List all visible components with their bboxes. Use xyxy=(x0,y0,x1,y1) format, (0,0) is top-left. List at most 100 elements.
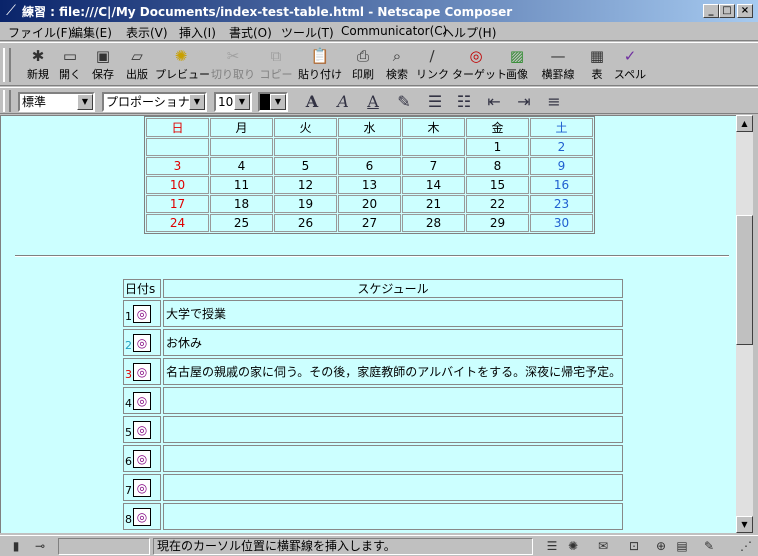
calendar-day-cell[interactable]: 27 xyxy=(338,214,401,232)
schedule-text-cell[interactable]: 名古屋の親戚の家に伺う。その後，家庭教師のアルバイトをする。深夜に帰宅予定。 xyxy=(163,358,623,385)
toolbar-grip[interactable] xyxy=(3,48,11,82)
calendar-day-cell[interactable]: 22 xyxy=(466,195,529,213)
calendar-day-cell[interactable] xyxy=(274,138,337,156)
cut-button[interactable]: ✂ 切り取り xyxy=(210,46,256,84)
italic-icon[interactable]: A xyxy=(332,92,354,112)
resize-grip-icon[interactable]: ⋰ xyxy=(736,539,756,554)
title-bar[interactable]: ⟋ 練習 : file:///C|/My Documents/index-tes… xyxy=(0,0,758,22)
calendar-day-cell[interactable]: 18 xyxy=(210,195,273,213)
calendar-day-cell[interactable]: 7 xyxy=(402,157,465,175)
maximize-button[interactable]: □ xyxy=(719,4,735,18)
schedule-text-cell[interactable]: 大学で授業 xyxy=(163,300,623,327)
calendar-header-cell[interactable]: 火 xyxy=(274,118,337,137)
calendar-day-cell[interactable]: 4 xyxy=(210,157,273,175)
calendar-day-cell[interactable]: 10 xyxy=(146,176,209,194)
calendar-day-cell[interactable] xyxy=(338,138,401,156)
calendar-day-cell[interactable] xyxy=(210,138,273,156)
horizontal-rule[interactable] xyxy=(15,255,729,257)
find-button[interactable]: ⌕ 検索 xyxy=(383,46,411,84)
calendar-day-cell[interactable]: 14 xyxy=(402,176,465,194)
calendar-day-cell[interactable]: 12 xyxy=(274,176,337,194)
calendar-day-cell[interactable]: 19 xyxy=(274,195,337,213)
address-book-icon[interactable]: ▤ xyxy=(672,539,692,554)
paste-button[interactable]: 📋 貼り付け xyxy=(298,46,342,84)
save-button[interactable]: ▣ 保存 xyxy=(88,46,118,84)
menu-format[interactable]: 書式(O) xyxy=(229,24,272,41)
calendar-day-cell[interactable]: 17 xyxy=(146,195,209,213)
schedule-header-date[interactable]: 日付s xyxy=(123,279,161,298)
anchor-target-icon[interactable]: ◎ xyxy=(133,333,151,352)
calendar-day-cell[interactable]: 28 xyxy=(402,214,465,232)
calendar-day-cell[interactable] xyxy=(402,138,465,156)
menu-help[interactable]: ヘルプ(H) xyxy=(442,24,496,41)
clear-styles-icon[interactable]: ✎ xyxy=(393,92,415,112)
increase-indent-icon[interactable]: ⇥ xyxy=(513,92,535,112)
chevron-down-icon[interactable]: ▼ xyxy=(189,94,205,110)
alignment-icon[interactable]: ≡ xyxy=(543,92,565,112)
calendar-header-cell[interactable]: 金 xyxy=(466,118,529,137)
menu-communicator[interactable]: Communicator(C) xyxy=(341,24,447,38)
calendar-header-cell[interactable]: 土 xyxy=(530,118,593,137)
calendar-header-cell[interactable]: 木 xyxy=(402,118,465,137)
calendar-table[interactable]: 日月火水木金土 1 2 3 4 5 6 7 8 9 10 11 12 13 14 15 16 17 18 19 20 21… xyxy=(144,116,595,234)
calendar-day-cell[interactable]: 1 xyxy=(466,138,529,156)
schedule-date-cell[interactable]: 4 ◎ xyxy=(123,387,161,414)
link-button[interactable]: ∕ リンク xyxy=(416,46,449,84)
schedule-date-cell[interactable]: 2 ◎ xyxy=(123,329,161,356)
anchor-target-icon[interactable]: ◎ xyxy=(133,449,151,468)
print-button[interactable]: ⎙ 印刷 xyxy=(349,46,377,84)
schedule-date-cell[interactable]: 3 ◎ xyxy=(123,358,161,385)
minimize-button[interactable]: _ xyxy=(703,4,719,18)
schedule-text-cell[interactable] xyxy=(163,387,623,414)
schedule-text-cell[interactable] xyxy=(163,416,623,443)
schedule-date-cell[interactable]: 7 ◎ xyxy=(123,474,161,501)
composer-app-icon[interactable]: ⟋ xyxy=(3,3,19,19)
spell-button[interactable]: ✓ スペル xyxy=(613,46,647,84)
scroll-up-button[interactable]: ▲ xyxy=(736,115,753,132)
groups-icon[interactable]: ⊡ xyxy=(624,539,644,554)
editor-icon[interactable]: ☰ xyxy=(542,539,562,554)
decrease-indent-icon[interactable]: ⇤ xyxy=(483,92,505,112)
calendar-day-cell[interactable]: 23 xyxy=(530,195,593,213)
editor-content-area[interactable]: 日月火水木金土 1 2 3 4 5 6 7 8 9 10 11 12 13 14 15 16 17 18 19 20 21… xyxy=(0,115,736,533)
preview-button[interactable]: ✺ プレビュー xyxy=(155,46,210,84)
calendar-day-cell[interactable]: 5 xyxy=(274,157,337,175)
scroll-down-button[interactable]: ▼ xyxy=(736,516,753,533)
table-button[interactable]: ▦ 表 xyxy=(585,46,609,84)
vertical-scrollbar[interactable]: ▲ ▼ xyxy=(736,115,753,533)
calendar-day-cell[interactable]: 9 xyxy=(530,157,593,175)
calendar-day-cell[interactable]: 6 xyxy=(338,157,401,175)
schedule-table[interactable]: 日付s スケジュール 1 ◎ 大学で授業 2 ◎ お休み 3 ◎ 名古屋の親戚の家に伺う。その後，家… xyxy=(121,277,625,532)
calendar-day-cell[interactable]: 11 xyxy=(210,176,273,194)
calendar-day-cell[interactable]: 2 xyxy=(530,138,593,156)
schedule-text-cell[interactable] xyxy=(163,474,623,501)
target-button[interactable]: ◎ ターゲット xyxy=(452,46,507,84)
image-button[interactable]: ▨ 画像 xyxy=(503,46,531,84)
calendar-day-cell[interactable]: 26 xyxy=(274,214,337,232)
menu-edit[interactable]: 編集(E) xyxy=(71,24,112,41)
anchor-target-icon[interactable]: ◎ xyxy=(133,304,151,323)
calendar-header-cell[interactable]: 月 xyxy=(210,118,273,137)
open-button[interactable]: ▭ 開く xyxy=(56,46,84,84)
menu-insert[interactable]: 挿入(I) xyxy=(179,24,216,41)
edit-pencil-icon[interactable]: ✎ xyxy=(699,539,719,554)
copy-button[interactable]: ⧉ コピー xyxy=(258,46,294,84)
calendar-day-cell[interactable]: 25 xyxy=(210,214,273,232)
font-select[interactable]: プロポーショナル ▼ xyxy=(102,92,207,112)
underline-icon[interactable]: A xyxy=(362,92,384,112)
anchor-target-icon[interactable]: ◎ xyxy=(133,507,151,526)
schedule-date-cell[interactable]: 6 ◎ xyxy=(123,445,161,472)
anchor-target-icon[interactable]: ◎ xyxy=(133,420,151,439)
composer-icon[interactable]: ⊕ xyxy=(651,539,671,554)
scroll-thumb[interactable] xyxy=(736,215,753,345)
navigator-icon[interactable]: ✺ xyxy=(563,539,583,554)
calendar-day-cell[interactable]: 13 xyxy=(338,176,401,194)
calendar-day-cell[interactable] xyxy=(146,138,209,156)
text-color-select[interactable]: ▼ xyxy=(258,92,288,112)
bold-icon[interactable]: A xyxy=(301,92,323,112)
calendar-header-cell[interactable]: 日 xyxy=(146,118,209,137)
calendar-day-cell[interactable]: 3 xyxy=(146,157,209,175)
anchor-target-icon[interactable]: ◎ xyxy=(133,391,151,410)
calendar-day-cell[interactable]: 24 xyxy=(146,214,209,232)
calendar-day-cell[interactable]: 15 xyxy=(466,176,529,194)
